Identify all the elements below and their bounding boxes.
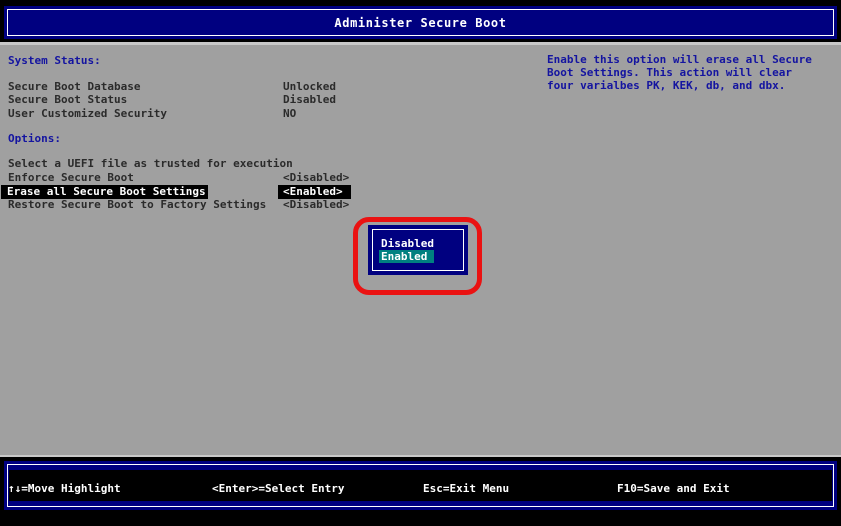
option-value-selected: <Enabled> <box>278 185 351 199</box>
option-value: <Disabled> <box>283 171 349 184</box>
key-bar: ↑↓=Move Highlight <Enter>=Select Entry E… <box>4 461 837 510</box>
status-label: User Customized Security <box>8 107 167 120</box>
option-value: <Disabled> <box>283 198 349 211</box>
status-value: Unlocked <box>283 80 336 93</box>
system-status-header: System Status: <box>8 54 101 67</box>
key-hint-save-exit: F10=Save and Exit <box>617 482 730 495</box>
status-label: Secure Boot Status <box>8 93 127 106</box>
option-label: Restore Secure Boot to Factory Settings <box>8 198 266 211</box>
status-value: NO <box>283 107 296 120</box>
help-text-line-1: Enable this option will erase all Secure <box>547 53 812 66</box>
option-label: Select a UEFI file as trusted for execut… <box>8 157 293 170</box>
key-hint-select-entry: <Enter>=Select Entry <box>212 482 344 495</box>
help-text-line-2: Boot Settings. This action will clear <box>547 66 792 79</box>
red-highlight-annotation <box>353 217 482 295</box>
option-label: Enforce Secure Boot <box>8 171 134 184</box>
title-bar: Administer Secure Boot <box>4 6 837 39</box>
key-hint-exit-menu: Esc=Exit Menu <box>423 482 509 495</box>
option-label-selected: Erase all Secure Boot Settings <box>1 185 208 199</box>
help-text-line-3: four varialbes PK, KEK, db, and dbx. <box>547 79 785 92</box>
status-value: Disabled <box>283 93 336 106</box>
status-label: Secure Boot Database <box>8 80 140 93</box>
bios-screen: Administer Secure Boot Enable this optio… <box>0 0 841 526</box>
key-hint-move-highlight: ↑↓=Move Highlight <box>8 482 121 495</box>
options-header: Options: <box>8 132 61 145</box>
page-title: Administer Secure Boot <box>4 16 837 30</box>
